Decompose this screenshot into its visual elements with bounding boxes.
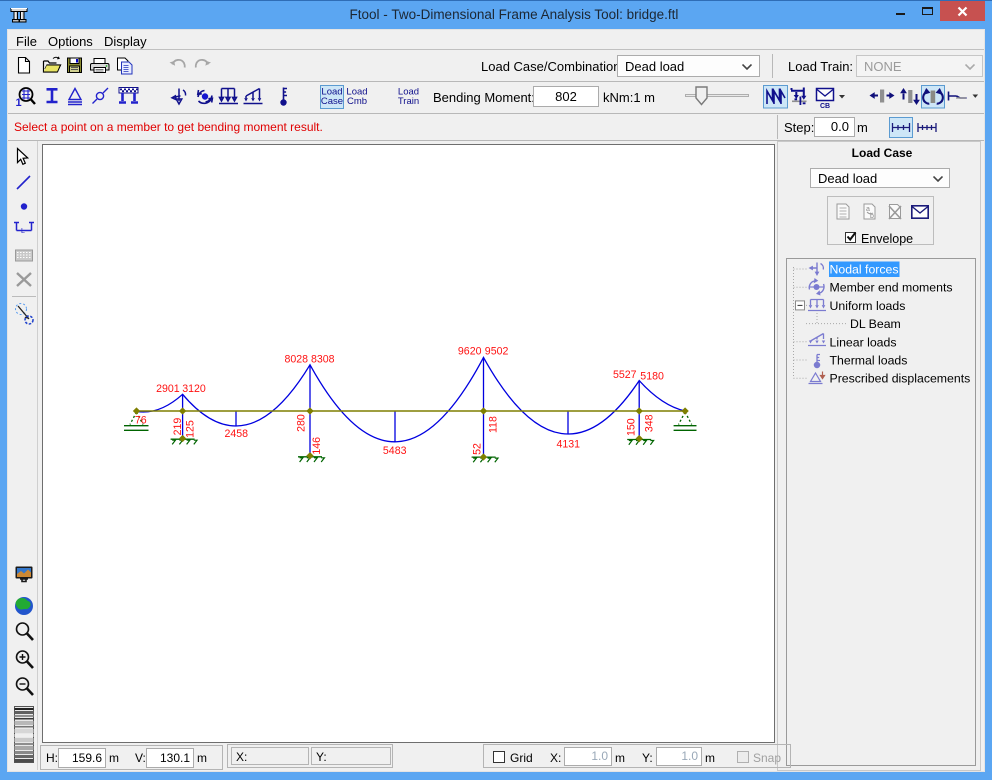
svg-text:280: 280 xyxy=(295,414,307,432)
svg-text:150: 150 xyxy=(626,418,638,436)
svg-text:Case: Case xyxy=(321,96,343,107)
svg-text:5527: 5527 xyxy=(613,369,637,381)
svg-text:8308: 8308 xyxy=(311,354,335,366)
svg-text:219: 219 xyxy=(172,418,184,436)
svg-text:Thermal loads: Thermal loads xyxy=(830,354,908,368)
svg-text:118: 118 xyxy=(487,416,499,433)
svg-text:9502: 9502 xyxy=(485,346,509,358)
svg-text:8028: 8028 xyxy=(285,354,309,366)
svg-text:2458: 2458 xyxy=(225,428,249,440)
svg-text:76: 76 xyxy=(135,415,147,427)
svg-text:146: 146 xyxy=(311,437,323,455)
svg-text:2901: 2901 xyxy=(156,383,180,395)
svg-text:Nodal forces: Nodal forces xyxy=(830,263,899,277)
svg-text:348: 348 xyxy=(643,414,655,432)
svg-text:9620: 9620 xyxy=(458,346,482,358)
svg-text:5483: 5483 xyxy=(383,445,407,457)
svg-text:3120: 3120 xyxy=(182,383,206,395)
svg-text:4131: 4131 xyxy=(557,438,581,450)
svg-text:L: L xyxy=(21,228,25,235)
svg-text:125: 125 xyxy=(184,420,196,438)
svg-text:a: a xyxy=(866,206,870,213)
svg-text:Uniform loads: Uniform loads xyxy=(830,299,906,313)
svg-text:52: 52 xyxy=(472,443,484,455)
svg-text:Member end moments: Member end moments xyxy=(830,281,953,295)
svg-text:1: 1 xyxy=(16,97,22,109)
svg-text:Linear loads: Linear loads xyxy=(830,335,897,349)
svg-text:Train: Train xyxy=(398,96,419,107)
svg-text:Cmb: Cmb xyxy=(347,96,367,107)
svg-text:Prescribed displacements: Prescribed displacements xyxy=(830,372,971,386)
svg-text:5180: 5180 xyxy=(640,370,664,382)
svg-text:CB: CB xyxy=(820,103,830,110)
svg-text:DL Beam: DL Beam xyxy=(850,317,901,331)
